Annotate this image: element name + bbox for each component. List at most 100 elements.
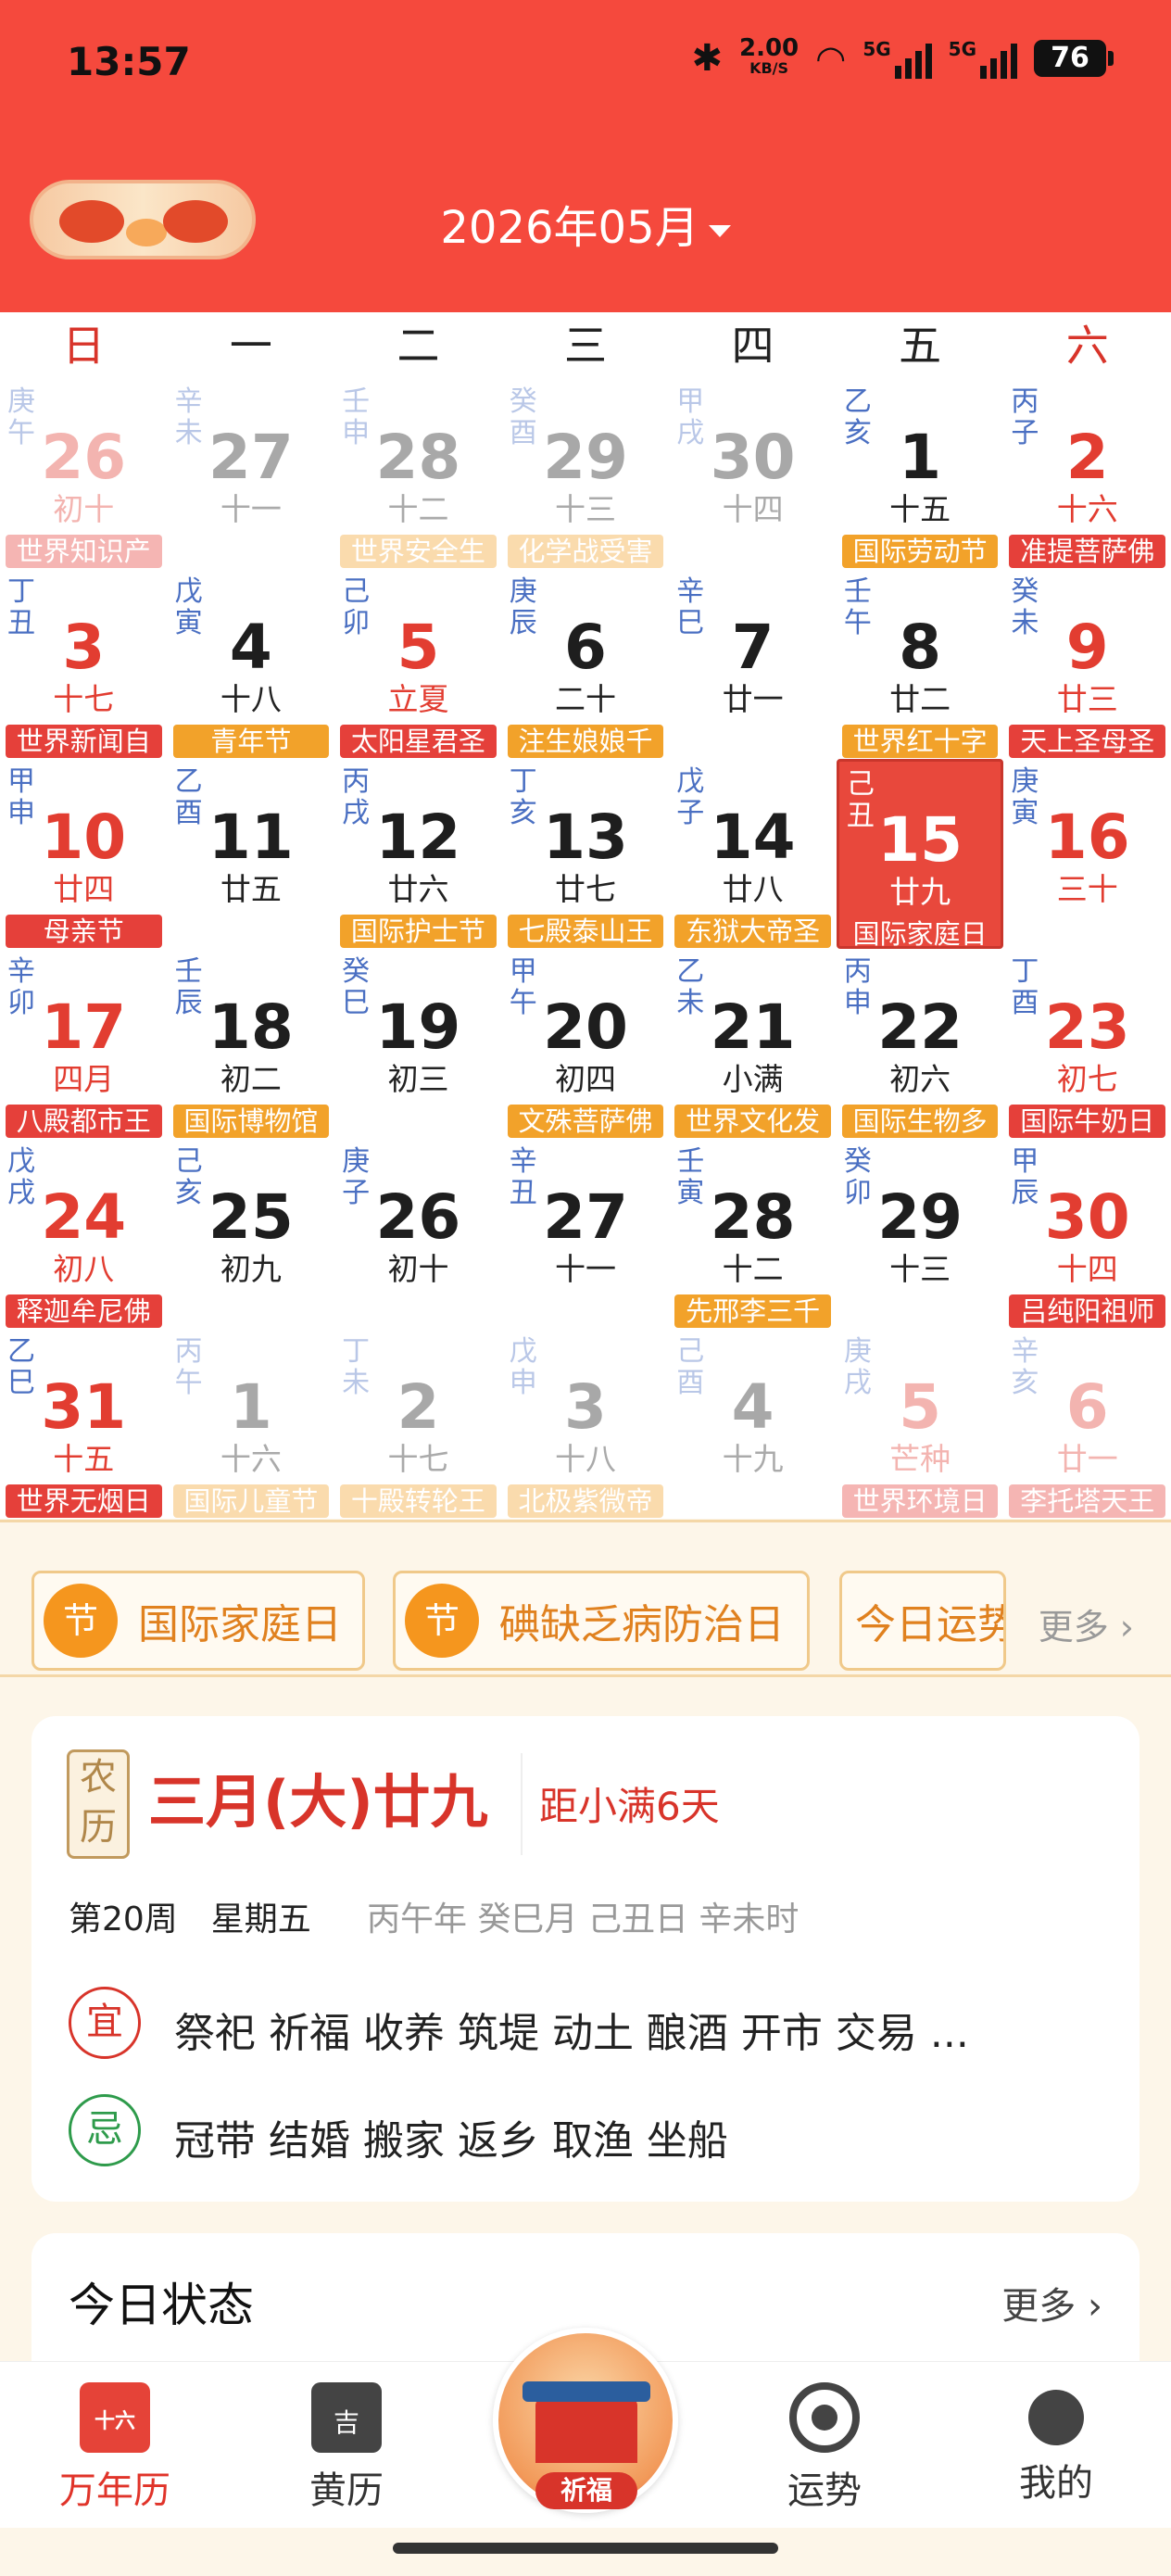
day-number: 25 bbox=[208, 1181, 294, 1253]
day-cell[interactable]: 壬寅 28 十二 先邢李三千 bbox=[669, 1139, 837, 1329]
day-cell[interactable]: 辛巳 7 廿一 bbox=[669, 569, 837, 759]
nav-mine[interactable]: 我的 bbox=[991, 2382, 1121, 2507]
day-cell[interactable]: 甲辰 30 十四 吕纯阳祖师 bbox=[1003, 1139, 1171, 1329]
day-cell[interactable]: 辛丑 27 十一 bbox=[502, 1139, 670, 1329]
day-cell[interactable]: 癸未 9 廿三 天上圣母圣 bbox=[1003, 569, 1171, 759]
lunar-day: 十三 bbox=[555, 491, 616, 527]
day-cell[interactable]: 辛未 27 十一 bbox=[168, 379, 335, 569]
day-cell[interactable]: 乙未 21 小满 世界文化发 bbox=[669, 949, 837, 1139]
day-cell[interactable]: 戊申 3 十八 北极紫微帝 bbox=[502, 1329, 670, 1519]
lunar-day: 初十 bbox=[53, 491, 115, 527]
day-number: 26 bbox=[375, 1181, 461, 1253]
month-selector[interactable]: 2026年05月 bbox=[0, 191, 1171, 256]
day-cell[interactable]: 乙亥 1 十五 国际劳动节 bbox=[837, 379, 1004, 569]
day-cell[interactable]: 己亥 25 初九 bbox=[168, 1139, 335, 1329]
lunar-day: 十九 bbox=[722, 1441, 784, 1477]
lunar-day: 十七 bbox=[387, 1441, 449, 1477]
nav-huangli[interactable]: 黄历 bbox=[282, 2382, 411, 2514]
day-cell[interactable]: 癸酉 29 十三 化学战受害 bbox=[502, 379, 670, 569]
day-cell[interactable]: 壬辰 18 初二 国际博物馆 bbox=[168, 949, 335, 1139]
lunar-day: 十四 bbox=[722, 491, 784, 527]
today-status-title: 今日状态 bbox=[69, 2279, 254, 2332]
day-cell[interactable]: 辛亥 6 廿一 李托塔天王 bbox=[1003, 1329, 1171, 1519]
day-cell[interactable]: 己酉 4 十九 bbox=[669, 1329, 837, 1519]
day-cell[interactable]: 乙酉 11 廿五 bbox=[168, 759, 335, 949]
day-cell[interactable]: 甲午 20 初四 文殊菩萨佛 bbox=[502, 949, 670, 1139]
network-speed: 2.00 KB/S bbox=[739, 36, 799, 79]
day-cell[interactable]: 辛卯 17 四月 八殿都市王 bbox=[0, 949, 168, 1139]
festival-label: 世界无烟日 bbox=[6, 1484, 162, 1518]
today-status-more[interactable]: 更多 › bbox=[1001, 2276, 1102, 2330]
day-cell[interactable]: 庚午 26 初十 世界知识产 bbox=[0, 379, 168, 569]
festival-label: 国际博物馆 bbox=[172, 1105, 330, 1138]
nav-calendar[interactable]: 万年历 bbox=[50, 2382, 180, 2514]
festival-label: 国际护士节 bbox=[340, 915, 497, 948]
lunar-day: 廿三 bbox=[1056, 681, 1118, 717]
lunar-day: 三十 bbox=[1056, 871, 1118, 907]
nav-mine-label: 我的 bbox=[1019, 2462, 1093, 2505]
almanac-card[interactable]: 农历 三月(大)廿九 距小满6天 第20周 星期五 丙午年 癸巳月 己丑日 辛未… bbox=[31, 1716, 1140, 2202]
week-info: 第20周 星期五 bbox=[69, 1900, 311, 1938]
day-cell[interactable]: 甲申 10 廿四 母亲节 bbox=[0, 759, 168, 949]
chips-more-link[interactable]: 更多 › bbox=[1039, 1598, 1134, 1649]
lunar-day: 廿九 bbox=[889, 874, 951, 910]
festival-chip-label: 碘缺乏病防治日 bbox=[499, 1601, 785, 1648]
festival-label: 注生娘娘千 bbox=[507, 725, 664, 758]
day-cell[interactable]: 丁酉 23 初七 国际牛奶日 bbox=[1003, 949, 1171, 1139]
day-number: 31 bbox=[41, 1371, 127, 1443]
festival-chip[interactable]: 节 碘缺乏病防治日 bbox=[393, 1571, 810, 1671]
day-cell[interactable]: 丙子 2 十六 准提菩萨佛 bbox=[1003, 379, 1171, 569]
festival-label: 国际劳动节 bbox=[841, 535, 999, 568]
bluetooth-icon: ✱ bbox=[691, 37, 723, 80]
day-cell[interactable]: 乙巳 31 十五 世界无烟日 bbox=[0, 1329, 168, 1519]
today-status-more-label: 更多 bbox=[1001, 2285, 1077, 2328]
lunar-day: 立夏 bbox=[387, 681, 449, 717]
weekday-wed: 三 bbox=[564, 321, 608, 371]
day-number: 23 bbox=[1044, 991, 1130, 1063]
day-cell[interactable]: 丁丑 3 十七 世界新闻自 bbox=[0, 569, 168, 759]
day-cell[interactable]: 丁未 2 十七 十殿转轮王 bbox=[334, 1329, 502, 1519]
chevron-right-icon: › bbox=[1088, 2285, 1102, 2328]
day-cell[interactable]: 庚寅 16 三十 bbox=[1003, 759, 1171, 949]
day-cell-today[interactable]: 己丑 15 廿九 国际家庭日 bbox=[836, 759, 1004, 950]
day-cell[interactable]: 癸巳 19 初三 bbox=[334, 949, 502, 1139]
bagua-icon bbox=[789, 2382, 860, 2453]
festival-chip[interactable]: 节 国际家庭日 bbox=[31, 1571, 365, 1671]
day-cell[interactable]: 甲戌 30 十四 bbox=[669, 379, 837, 569]
day-cell[interactable]: 庚辰 6 二十 注生娘娘千 bbox=[502, 569, 670, 759]
divider bbox=[521, 1753, 523, 1855]
day-cell[interactable]: 丙申 22 初六 国际生物多 bbox=[837, 949, 1004, 1139]
lunar-day: 初七 bbox=[1056, 1061, 1118, 1097]
lunar-day: 四月 bbox=[53, 1061, 115, 1097]
lunar-day: 初三 bbox=[387, 1061, 449, 1097]
lunar-day: 小满 bbox=[722, 1061, 784, 1097]
day-number: 27 bbox=[208, 422, 294, 493]
calendar-icon bbox=[80, 2382, 150, 2453]
day-cell[interactable]: 壬申 28 十二 世界安全生 bbox=[334, 379, 502, 569]
day-number: 6 bbox=[564, 612, 607, 683]
lunar-day: 廿七 bbox=[555, 871, 616, 907]
user-icon bbox=[1028, 2390, 1084, 2445]
weekday-sat: 六 bbox=[1065, 321, 1109, 371]
fortune-chip[interactable]: 今日运势 bbox=[839, 1571, 1006, 1671]
day-cell[interactable]: 己卯 5 立夏 太阳星君圣 bbox=[334, 569, 502, 759]
day-cell[interactable]: 丙午 1 十六 国际儿童节 bbox=[168, 1329, 335, 1519]
day-cell[interactable]: 戊戌 24 初八 释迦牟尼佛 bbox=[0, 1139, 168, 1329]
day-number: 28 bbox=[710, 1181, 796, 1253]
lunar-day: 十一 bbox=[555, 1251, 616, 1287]
day-cell[interactable]: 丁亥 13 廿七 七殿泰山王 bbox=[502, 759, 670, 949]
day-cell[interactable]: 壬午 8 廿二 世界红十字 bbox=[837, 569, 1004, 759]
day-number: 19 bbox=[375, 991, 461, 1063]
day-cell[interactable]: 丙戌 12 廿六 国际护士节 bbox=[334, 759, 502, 949]
day-cell[interactable]: 癸卯 29 十三 bbox=[837, 1139, 1004, 1329]
day-cell[interactable]: 庚戌 5 芒种 世界环境日 bbox=[837, 1329, 1004, 1519]
chips-more-label: 更多 bbox=[1038, 1607, 1109, 1648]
day-number: 26 bbox=[41, 422, 127, 493]
day-cell[interactable]: 戊子 14 廿八 东狱大帝圣 bbox=[669, 759, 837, 949]
day-cell[interactable]: 戊寅 4 十八 青年节 bbox=[168, 569, 335, 759]
blessing-button[interactable]: 祈福 bbox=[493, 2328, 678, 2513]
nav-fortune[interactable]: 运势 bbox=[760, 2382, 889, 2514]
day-cell[interactable]: 庚子 26 初十 bbox=[334, 1139, 502, 1329]
home-indicator[interactable] bbox=[393, 2543, 778, 2554]
day-number: 7 bbox=[731, 612, 774, 683]
